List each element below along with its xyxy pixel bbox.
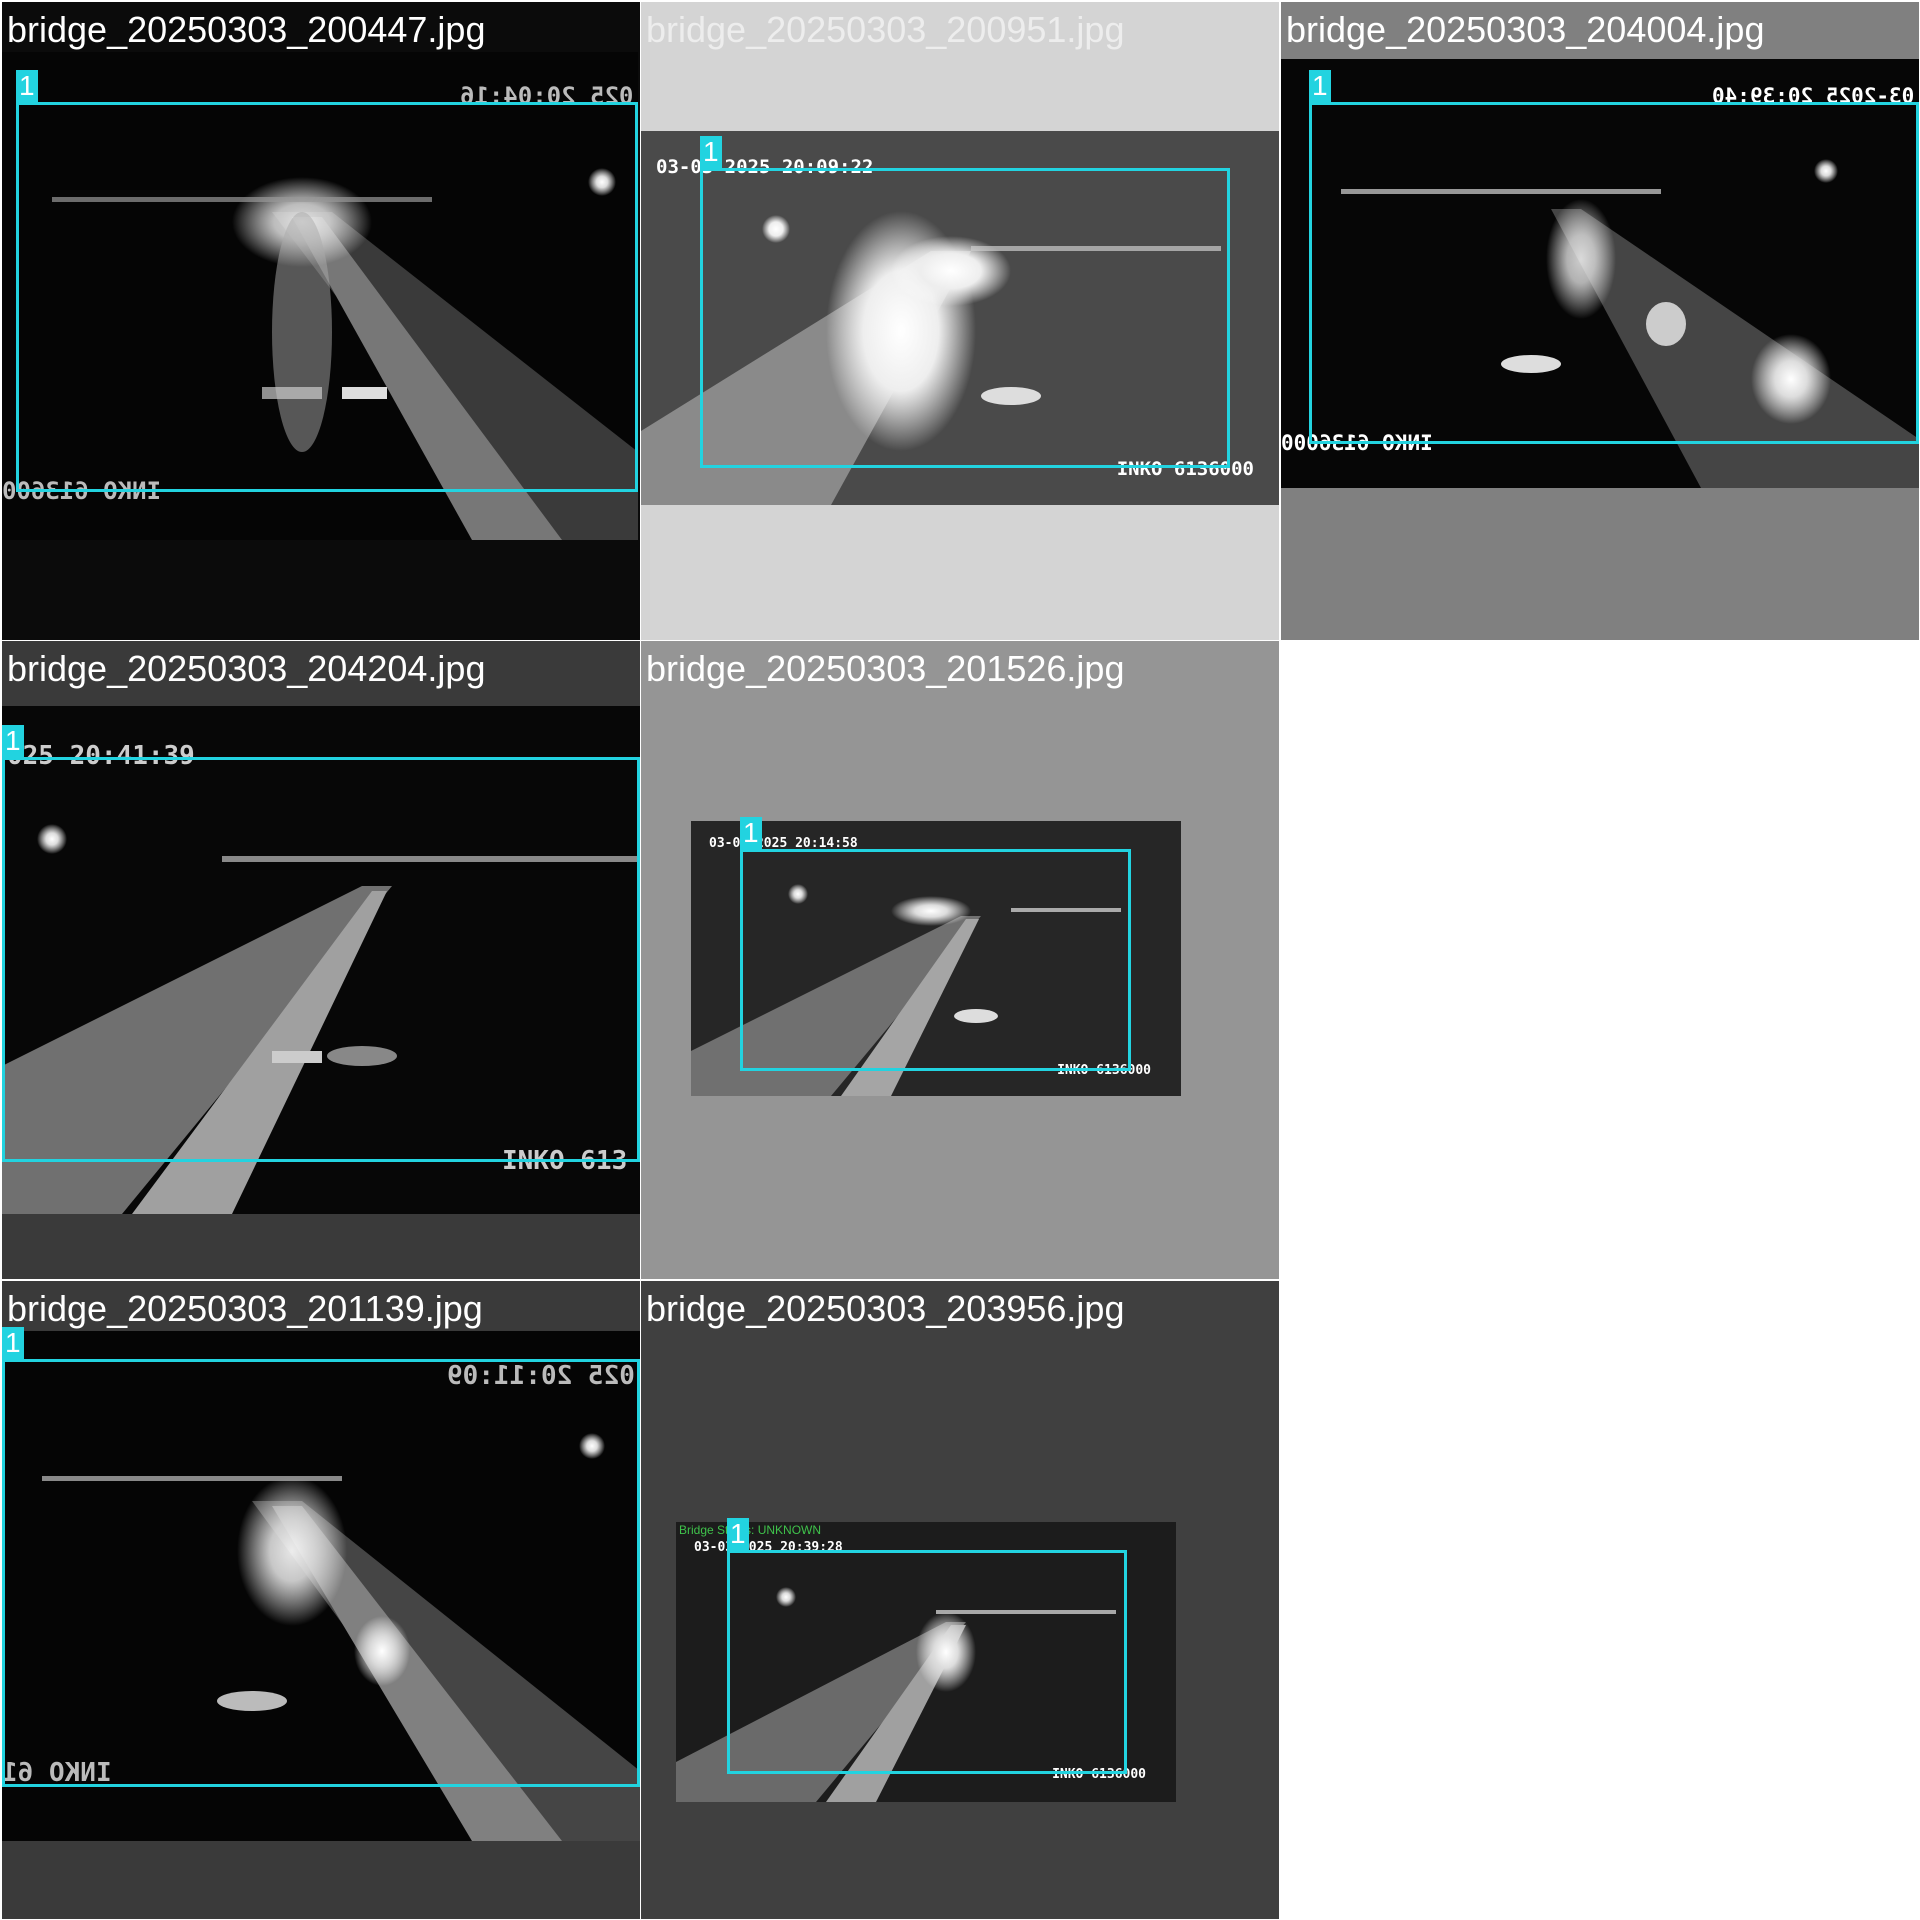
detection-box[interactable]: [2, 757, 640, 1162]
image-tile[interactable]: bridge_20250303_201526.jpg 03-03-2025 20…: [641, 641, 1279, 1279]
image-tile[interactable]: bridge_20250303_204004.jpg 03-2025 20:39…: [1281, 2, 1919, 640]
image-tile[interactable]: bridge_20250303_204204.jpg 025 20:41:39 …: [2, 641, 640, 1279]
detection-box[interactable]: [2, 1359, 640, 1787]
detection-box[interactable]: [740, 849, 1131, 1071]
detection-box[interactable]: [727, 1550, 1127, 1774]
detection-label: 1: [727, 1518, 749, 1550]
detection-label: 1: [700, 136, 722, 168]
image-tile[interactable]: bridge_20250303_203956.jpg Bridge Status…: [641, 1281, 1279, 1919]
detection-label: 1: [1309, 70, 1331, 102]
image-tile[interactable]: bridge_20250303_200951.jpg 03-03-2025 20…: [641, 2, 1279, 640]
image-filename: bridge_20250303_200951.jpg: [646, 9, 1125, 50]
image-filename: bridge_20250303_204004.jpg: [1286, 9, 1765, 50]
image-filename: bridge_20250303_200447.jpg: [7, 9, 486, 50]
image-filename: bridge_20250303_201139.jpg: [7, 1288, 483, 1329]
image-tile[interactable]: bridge_20250303_200447.jpg 025 20:04:16 …: [2, 2, 640, 640]
detection-box[interactable]: [16, 102, 638, 492]
detection-label: 1: [740, 817, 762, 849]
detection-label: 1: [2, 1327, 24, 1359]
detection-label: 1: [16, 70, 38, 102]
detection-box[interactable]: [1309, 102, 1919, 444]
detection-label: 1: [2, 725, 24, 757]
image-filename: bridge_20250303_203956.jpg: [646, 1288, 1125, 1329]
detection-box[interactable]: [700, 168, 1230, 468]
image-filename: bridge_20250303_201526.jpg: [646, 648, 1125, 689]
bridge-status-text: Bridge Status: UNKNOWN: [679, 1523, 822, 1537]
image-filename: bridge_20250303_204204.jpg: [7, 648, 486, 689]
image-tile[interactable]: bridge_20250303_201139.jpg 025 20:11:09 …: [2, 1281, 640, 1919]
